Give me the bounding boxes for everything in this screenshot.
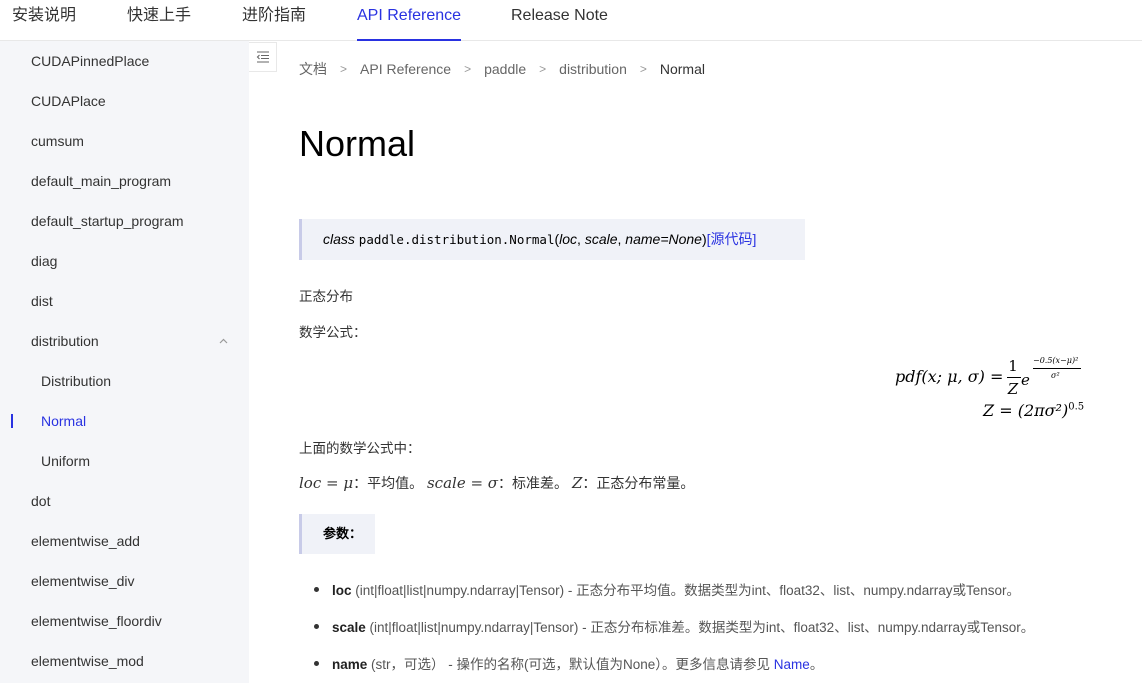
signature-separator: , <box>577 231 585 247</box>
breadcrumb: 文档 > API Reference > paddle > distributi… <box>299 61 705 77</box>
breadcrumb-item-api-reference[interactable]: API Reference <box>360 61 451 77</box>
sidebar-item-label: elementwise_div <box>31 573 135 589</box>
sidebar-item-uniform[interactable]: Uniform <box>0 441 249 481</box>
formula-pdf: pdf(x; μ, σ) = <box>895 367 1003 386</box>
formula-frac-bar <box>1007 377 1021 378</box>
sidebar-item-label: CUDAPlace <box>31 93 106 109</box>
active-indicator <box>11 414 13 428</box>
sidebar-item-label: CUDAPinnedPlace <box>31 53 150 69</box>
formula-label: 数学公式： <box>299 325 367 340</box>
sidebar-item-elementwise-div[interactable]: elementwise_div <box>0 561 249 601</box>
tab-api-reference[interactable]: API Reference <box>357 0 462 41</box>
sidebar-item-cudaplace[interactable]: CUDAPlace <box>0 81 249 121</box>
tab-advanced-guide[interactable]: 进阶指南 <box>242 0 306 41</box>
var-scale-desc: ：标准差。 <box>498 475 569 491</box>
sidebar-item-label: dist <box>31 293 53 309</box>
sidebar-item-label: default_main_program <box>31 173 172 189</box>
signature-arg-loc: loc <box>559 231 578 247</box>
sidebar-item-elementwise-add[interactable]: elementwise_add <box>0 521 249 561</box>
sidebar-item-cumsum[interactable]: cumsum <box>0 121 249 161</box>
chevron-right-icon: > <box>639 62 647 76</box>
sidebar-item-default-startup-program[interactable]: default_startup_program <box>0 201 249 241</box>
class-path: paddle.distribution.Normal <box>358 232 555 247</box>
variable-definitions: loc = μ：平均值。 scale = σ：标准差。 Z：正态分布常量。 <box>299 473 694 493</box>
formula-exponent-bar <box>1033 368 1081 369</box>
breadcrumb-item-docs[interactable]: 文档 <box>299 59 327 79</box>
sidebar-item-label: default_startup_program <box>31 213 184 229</box>
sidebar-item-elementwise-mod[interactable]: elementwise_mod <box>0 641 249 681</box>
var-loc-eq: loc = μ <box>299 474 354 492</box>
signature-arg-scale: scale <box>584 231 618 247</box>
bullet-icon <box>314 586 319 592</box>
var-scale-eq: scale = σ <box>426 474 499 492</box>
tab-install[interactable]: 安装说明 <box>12 0 76 41</box>
param-item-scale: scale (int|float|list|numpy.ndarray|Tens… <box>314 616 1034 636</box>
collapse-sidebar-button[interactable] <box>249 42 277 72</box>
param-desc: (int|float|list|numpy.ndarray|Tensor) - … <box>351 583 1020 598</box>
formula-frac-den: Z <box>1007 380 1019 398</box>
chevron-up-icon[interactable] <box>219 337 228 346</box>
formula-exponent-den: σ² <box>1051 371 1060 380</box>
bullet-icon <box>314 660 319 666</box>
menu-collapse-icon <box>256 51 269 63</box>
sidebar-item-dist[interactable]: dist <box>0 281 249 321</box>
after-formula-text: 上面的数学公式中： <box>299 441 421 456</box>
class-signature: class paddle.distribution.Normal(loc, sc… <box>299 219 805 260</box>
param-name: scale <box>332 620 366 635</box>
sidebar-item-distribution[interactable]: distribution <box>0 321 249 361</box>
sidebar-item-dot[interactable]: dot <box>0 481 249 521</box>
sidebar-item-distribution-class[interactable]: Distribution <box>0 361 249 401</box>
var-loc-desc: ：平均值。 <box>353 475 424 491</box>
param-desc-tail: 。 <box>809 657 824 672</box>
sidebar-item-label: elementwise_add <box>31 533 140 549</box>
formula-frac-num: 1 <box>1008 357 1018 375</box>
formula-lhs: pdf(x; μ, σ) = <box>895 367 1004 386</box>
breadcrumb-item-current: Normal <box>659 61 705 77</box>
formula-exp-base: e <box>1021 371 1030 389</box>
top-navigation: 安装说明 快速上手 进阶指南 API Reference Release Not… <box>0 0 1142 41</box>
sidebar-item-default-main-program[interactable]: default_main_program <box>0 161 249 201</box>
bullet-icon <box>314 623 319 629</box>
param-item-loc: loc (int|float|list|numpy.ndarray|Tensor… <box>314 579 1020 599</box>
breadcrumb-item-distribution[interactable]: distribution <box>559 61 627 77</box>
params-heading: 参数： <box>299 514 375 554</box>
chevron-right-icon: > <box>340 62 348 76</box>
param-name: name <box>332 657 368 672</box>
sidebar: CUDAPinnedPlace CUDAPlace cumsum default… <box>0 41 249 683</box>
source-code-link[interactable]: [源代码] <box>707 231 757 247</box>
tab-quick-start[interactable]: 快速上手 <box>127 0 191 41</box>
param-item-name: name (str，可选） - 操作的名称(可选，默认值为None）。更多信息请… <box>314 653 823 673</box>
sidebar-item-cudapinnedplace[interactable]: CUDAPinnedPlace <box>0 41 249 81</box>
sidebar-item-label: diag <box>31 253 58 269</box>
chevron-right-icon: > <box>539 62 547 76</box>
sidebar-item-label: Uniform <box>41 453 91 469</box>
sidebar-item-label: Normal <box>41 413 87 429</box>
formula-z-body: Z = (2πσ²) <box>983 401 1069 420</box>
formula-z: Z = (2πσ²)0.5 <box>983 401 1084 420</box>
sidebar-item-normal[interactable]: Normal <box>0 401 249 441</box>
param-desc: (int|float|list|numpy.ndarray|Tensor) - … <box>365 620 1035 635</box>
intro-text: 正态分布 <box>299 289 353 304</box>
param-desc: (str，可选） - 操作的名称(可选，默认值为None）。更多信息请参见 <box>367 657 774 672</box>
sidebar-item-diag[interactable]: diag <box>0 241 249 281</box>
sidebar-item-label: cumsum <box>31 133 84 149</box>
var-z-desc: ：正态分布常量。 <box>582 475 695 491</box>
name-doc-link[interactable]: Name <box>774 657 810 672</box>
class-keyword: class <box>323 231 355 247</box>
breadcrumb-item-paddle[interactable]: paddle <box>484 61 526 77</box>
page-title: Normal <box>299 123 416 164</box>
sidebar-item-elementwise-floordiv[interactable]: elementwise_floordiv <box>0 601 249 641</box>
formula-exponent-num: −0.5(x−μ)² <box>1033 356 1079 365</box>
sidebar-item-label: elementwise_mod <box>31 653 144 669</box>
tab-release-note[interactable]: Release Note <box>511 0 608 41</box>
param-name: loc <box>332 583 352 598</box>
sidebar-item-label: Distribution <box>41 373 112 389</box>
formula-z-exponent: 0.5 <box>1068 401 1085 413</box>
sidebar-item-label: distribution <box>31 333 99 349</box>
chevron-right-icon: > <box>464 62 472 76</box>
signature-arg-name: name=None <box>625 231 702 247</box>
var-z-eq: Z <box>571 474 583 492</box>
sidebar-item-label: elementwise_floordiv <box>31 613 162 629</box>
sidebar-item-label: dot <box>31 493 51 509</box>
